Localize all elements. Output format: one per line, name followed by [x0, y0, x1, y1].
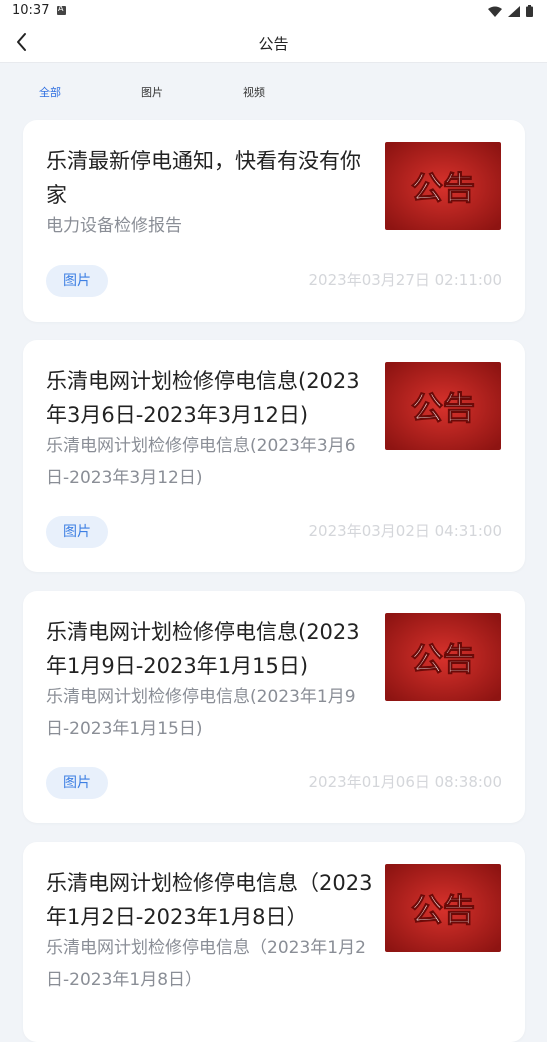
battery-icon: [526, 5, 533, 17]
type-tag: 图片: [46, 516, 108, 548]
notice-description: 乐清电网计划检修停电信息(2023年3月6日-2023年3月12日): [46, 436, 356, 488]
signal-icon: [508, 5, 520, 17]
status-bar: 10:37: [0, 0, 547, 24]
type-tag: 图片: [46, 767, 108, 799]
notice-date: 2023年03月27日 02:11:00: [308, 271, 502, 289]
system-icons: [488, 5, 533, 17]
thumbnail-text: 公告: [411, 891, 475, 929]
notice-title: 乐清电网计划检修停电信息(2023年3月6日-2023年3月12日): [46, 369, 360, 427]
notice-thumbnail: 公告: [385, 864, 501, 952]
notice-description: 乐清电网计划检修停电信息（2023年1月2日-2023年1月8日）: [46, 938, 366, 990]
category-tabs: 全部 图片 视频: [0, 84, 547, 104]
notice-title: 乐清电网计划检修停电信息（2023年1月2日-2023年1月8日）: [46, 871, 373, 929]
notice-date: 2023年03月02日 04:31:00: [308, 522, 502, 540]
thumbnail-text: 公告: [411, 389, 475, 427]
notice-card[interactable]: 乐清电网计划检修停电信息(2023年1月9日-2023年1月15日) 乐清电网计…: [23, 591, 525, 823]
thumbnail-text: 公告: [411, 640, 475, 678]
notice-thumbnail: 公告: [385, 613, 501, 701]
notice-thumbnail: 公告: [385, 362, 501, 450]
notice-card[interactable]: 乐清电网计划检修停电信息(2023年3月6日-2023年3月12日) 乐清电网计…: [23, 340, 525, 572]
wifi-icon: [488, 6, 502, 17]
notice-title: 乐清电网计划检修停电信息(2023年1月9日-2023年1月15日): [46, 620, 360, 678]
notice-card[interactable]: 乐清电网计划检修停电信息（2023年1月2日-2023年1月8日） 乐清电网计划…: [23, 842, 525, 1042]
notice-description: 电力设备检修报告: [46, 216, 182, 236]
type-tag: 图片: [46, 265, 108, 297]
page-title: 公告: [258, 35, 289, 53]
notice-card[interactable]: 乐清最新停电通知，快看有没有你家 电力设备检修报告 公告 图片 2023年03月…: [23, 120, 525, 322]
tab-all[interactable]: 全部: [39, 84, 61, 100]
status-time: 10:37: [12, 3, 50, 18]
title-bar: 公告: [0, 24, 547, 63]
tab-videos[interactable]: 视频: [243, 84, 265, 100]
tab-images[interactable]: 图片: [141, 84, 163, 100]
thumbnail-text: 公告: [411, 169, 475, 207]
notice-description: 乐清电网计划检修停电信息(2023年1月9日-2023年1月15日): [46, 687, 356, 739]
notice-date: 2023年01月06日 08:38:00: [308, 773, 502, 791]
notification-icon: [57, 4, 66, 15]
notice-thumbnail: 公告: [385, 142, 501, 230]
notice-title: 乐清最新停电通知，快看有没有你家: [46, 149, 361, 207]
